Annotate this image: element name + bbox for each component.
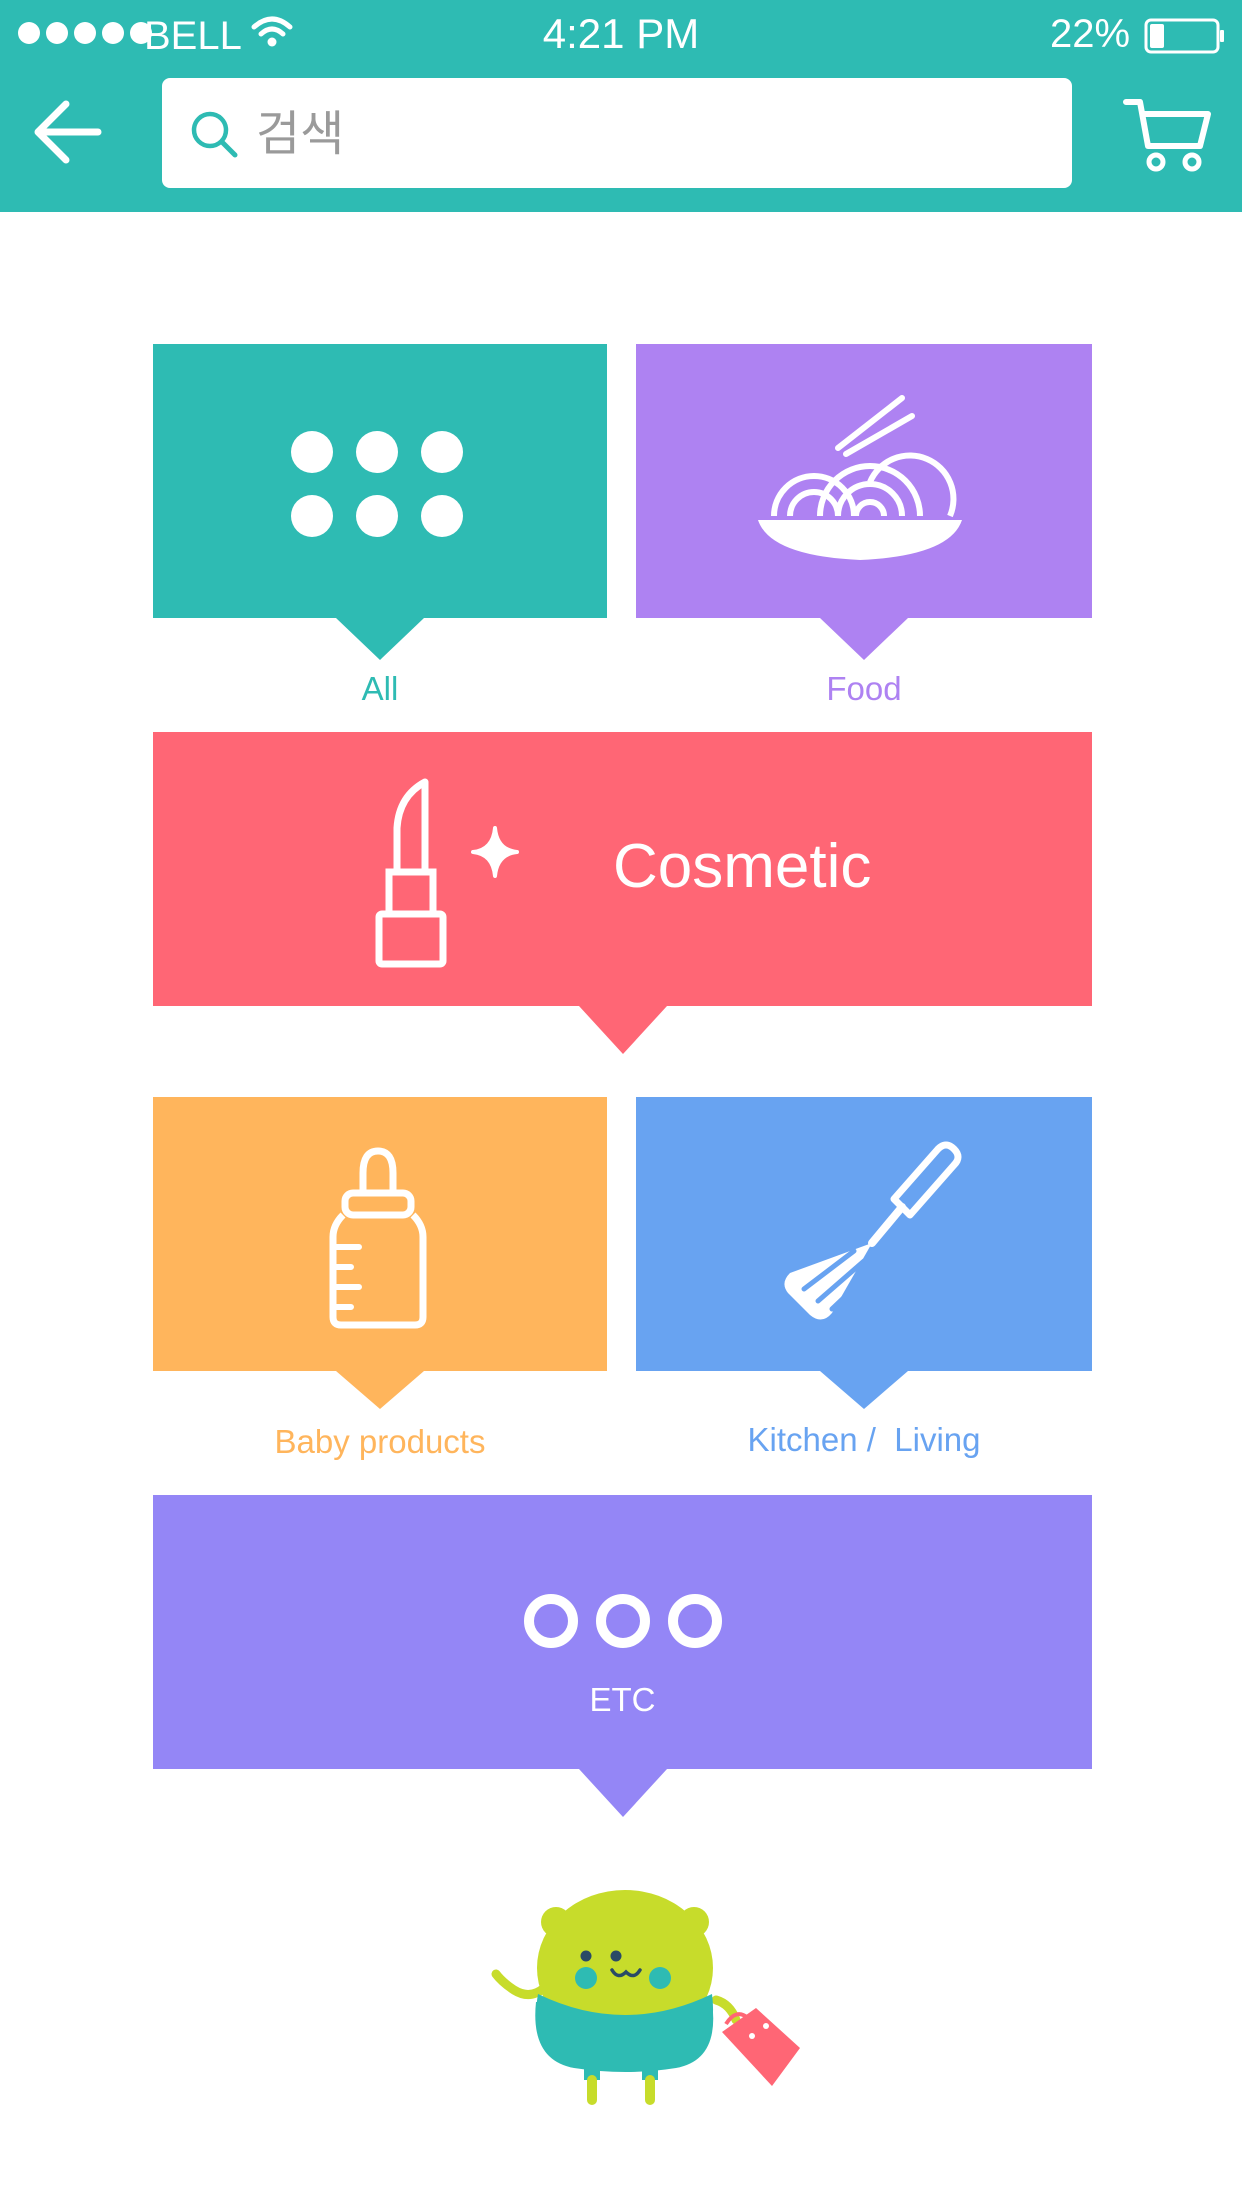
category-all-label: All	[361, 670, 399, 707]
category-cosmetic-pointer	[579, 1006, 667, 1054]
baby-bottle-icon	[329, 1147, 427, 1329]
category-all[interactable]: All	[153, 344, 607, 714]
category-kitchen-pointer	[820, 1371, 908, 1409]
six-dots-icon	[291, 431, 463, 537]
category-food-pointer	[820, 618, 908, 660]
category-cosmetic[interactable]: Cosmetic	[153, 732, 1092, 1054]
battery-percentage: 22%	[1050, 12, 1131, 56]
lipstick-icon	[375, 778, 519, 968]
arrow-left-icon	[34, 100, 102, 164]
category-all-block	[153, 344, 607, 618]
category-kitchen-block	[636, 1097, 1092, 1371]
category-etc-block: ETC	[153, 1495, 1092, 1769]
category-kitchen-label: Kitchen / Living	[747, 1421, 981, 1458]
category-baby-products[interactable]: Baby products	[153, 1097, 607, 1467]
battery-icon	[1144, 18, 1224, 54]
category-etc[interactable]: ETC	[153, 1495, 1092, 1817]
category-etc-pointer	[579, 1769, 667, 1817]
cart-button[interactable]	[1122, 94, 1218, 174]
category-cosmetic-label: Cosmetic	[613, 832, 872, 901]
category-food-label: Food	[826, 670, 902, 707]
shopping-cart-icon	[1123, 99, 1211, 172]
category-all-pointer	[336, 618, 424, 660]
category-food[interactable]: Food	[636, 344, 1092, 714]
bear-mascot-icon	[491, 1890, 800, 2105]
three-circles-icon	[524, 1594, 722, 1648]
noodle-bowl-icon	[758, 395, 962, 560]
category-etc-label: ETC	[589, 1681, 656, 1718]
back-button[interactable]	[30, 90, 110, 170]
search-icon	[191, 111, 238, 158]
category-cosmetic-block: Cosmetic	[153, 732, 1092, 1006]
search-input[interactable]	[254, 98, 1038, 170]
search-bar[interactable]	[162, 78, 1072, 188]
category-baby-pointer	[336, 1371, 424, 1409]
category-baby-block	[153, 1097, 607, 1371]
category-kitchen-living[interactable]: Kitchen / Living	[636, 1097, 1092, 1467]
category-baby-label: Baby products	[274, 1423, 486, 1460]
category-food-block	[636, 344, 1092, 618]
app-header: BELL 4:21 PM 22%	[0, 0, 1242, 212]
spatula-icon	[784, 1141, 962, 1320]
